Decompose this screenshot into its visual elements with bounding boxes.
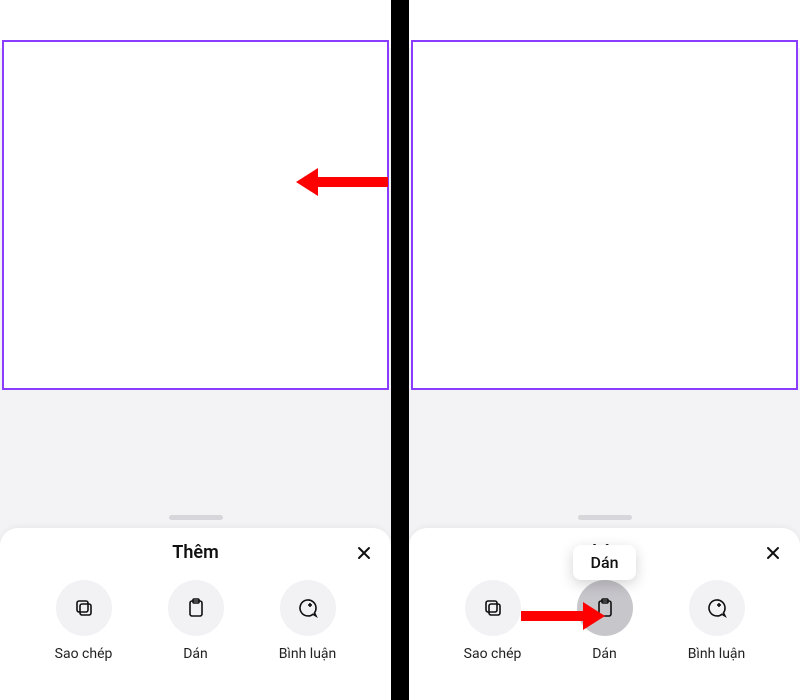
sheet-drag-handle[interactable]: [578, 515, 632, 520]
comment-button[interactable]: Bình luận: [268, 580, 348, 662]
design-canvas[interactable]: [411, 40, 798, 390]
sheet-title: Thêm: [172, 542, 218, 563]
comment-icon: [296, 596, 320, 620]
pane-right: Thêm Dán Sao chép Dán: [409, 0, 800, 700]
clipboard-icon: [184, 596, 208, 620]
paste-tooltip: Dán: [573, 545, 637, 580]
annotation-arrow-left: [296, 168, 388, 196]
copy-button[interactable]: Sao chép: [44, 580, 124, 662]
close-button[interactable]: [760, 540, 786, 566]
comment-label: Bình luận: [688, 646, 746, 662]
pane-divider: [391, 0, 409, 700]
copy-icon: [72, 596, 96, 620]
comment-icon: [705, 596, 729, 620]
comment-button[interactable]: Bình luận: [677, 580, 757, 662]
close-button[interactable]: [351, 540, 377, 566]
sheet-header: Thêm: [0, 528, 391, 576]
close-icon: [765, 545, 781, 561]
paste-label: Dán: [183, 646, 208, 662]
design-canvas[interactable]: [2, 40, 389, 390]
close-icon: [356, 545, 372, 561]
paste-button[interactable]: Dán: [156, 580, 236, 662]
bottom-sheet: Thêm Sao chép Dán Bìn: [0, 528, 391, 700]
sheet-drag-handle[interactable]: [169, 515, 223, 520]
comment-label: Bình luận: [279, 646, 337, 662]
pane-left: Thêm Sao chép Dán Bìn: [0, 0, 391, 700]
copy-label: Sao chép: [464, 646, 522, 662]
copy-icon: [481, 596, 505, 620]
paste-label: Dán: [592, 646, 617, 662]
annotation-arrow-right: [521, 602, 605, 630]
sheet-actions: Sao chép Dán Bình luận: [0, 580, 391, 662]
copy-label: Sao chép: [55, 646, 113, 662]
